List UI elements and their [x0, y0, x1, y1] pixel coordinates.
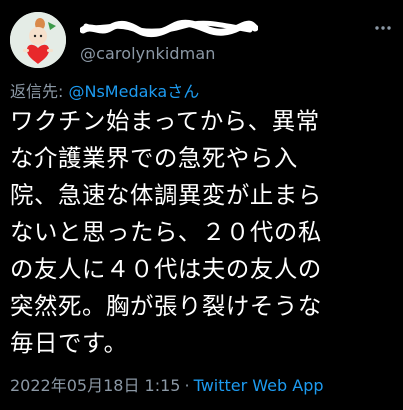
tweet-meta: 2022年05月18日 1:15 · Twitter Web App [10, 372, 324, 396]
reply-prefix: 返信先: [10, 82, 69, 101]
redaction-scribble [80, 19, 258, 38]
tweet-timestamp[interactable]: 2022年05月18日 1:15 [10, 376, 180, 395]
tweet-line: な介護業界での急死やら入 [10, 144, 298, 172]
reply-to-user-link[interactable]: @NsMedaka [68, 82, 167, 101]
author-handle[interactable]: @carolynkidman [80, 44, 215, 63]
more-options-button[interactable] [371, 16, 395, 40]
tweet-line: ないと思ったら、２０代の私 [10, 218, 322, 246]
tweet-line: 院、急速な体調異変が止まら [10, 181, 322, 209]
tweet-source-link[interactable]: Twitter Web App [194, 376, 324, 395]
reply-suffix: さん [167, 82, 200, 101]
avatar[interactable] [10, 12, 66, 68]
meta-separator: · [184, 376, 190, 395]
display-name-redacted [80, 16, 258, 40]
tweet-line: 毎日です。 [10, 329, 128, 357]
avatar-icon [10, 12, 66, 68]
tweet-line: の友人に４０代は夫の友人の [10, 255, 322, 283]
tweet-line: 突然死。胸が張り裂けそうな [10, 292, 322, 320]
more-dots-icon [375, 26, 391, 30]
tweet-body: ワクチン始まってから、異常 な介護業界での急死やら入 院、急速な体調異変が止まら… [10, 103, 400, 362]
reply-to-line: 返信先: @NsMedakaさん [10, 78, 199, 102]
tweet: @carolynkidman 返信先: @NsMedakaさん ワクチン始まって… [0, 0, 403, 410]
tweet-line: ワクチン始まってから、異常 [10, 107, 320, 135]
